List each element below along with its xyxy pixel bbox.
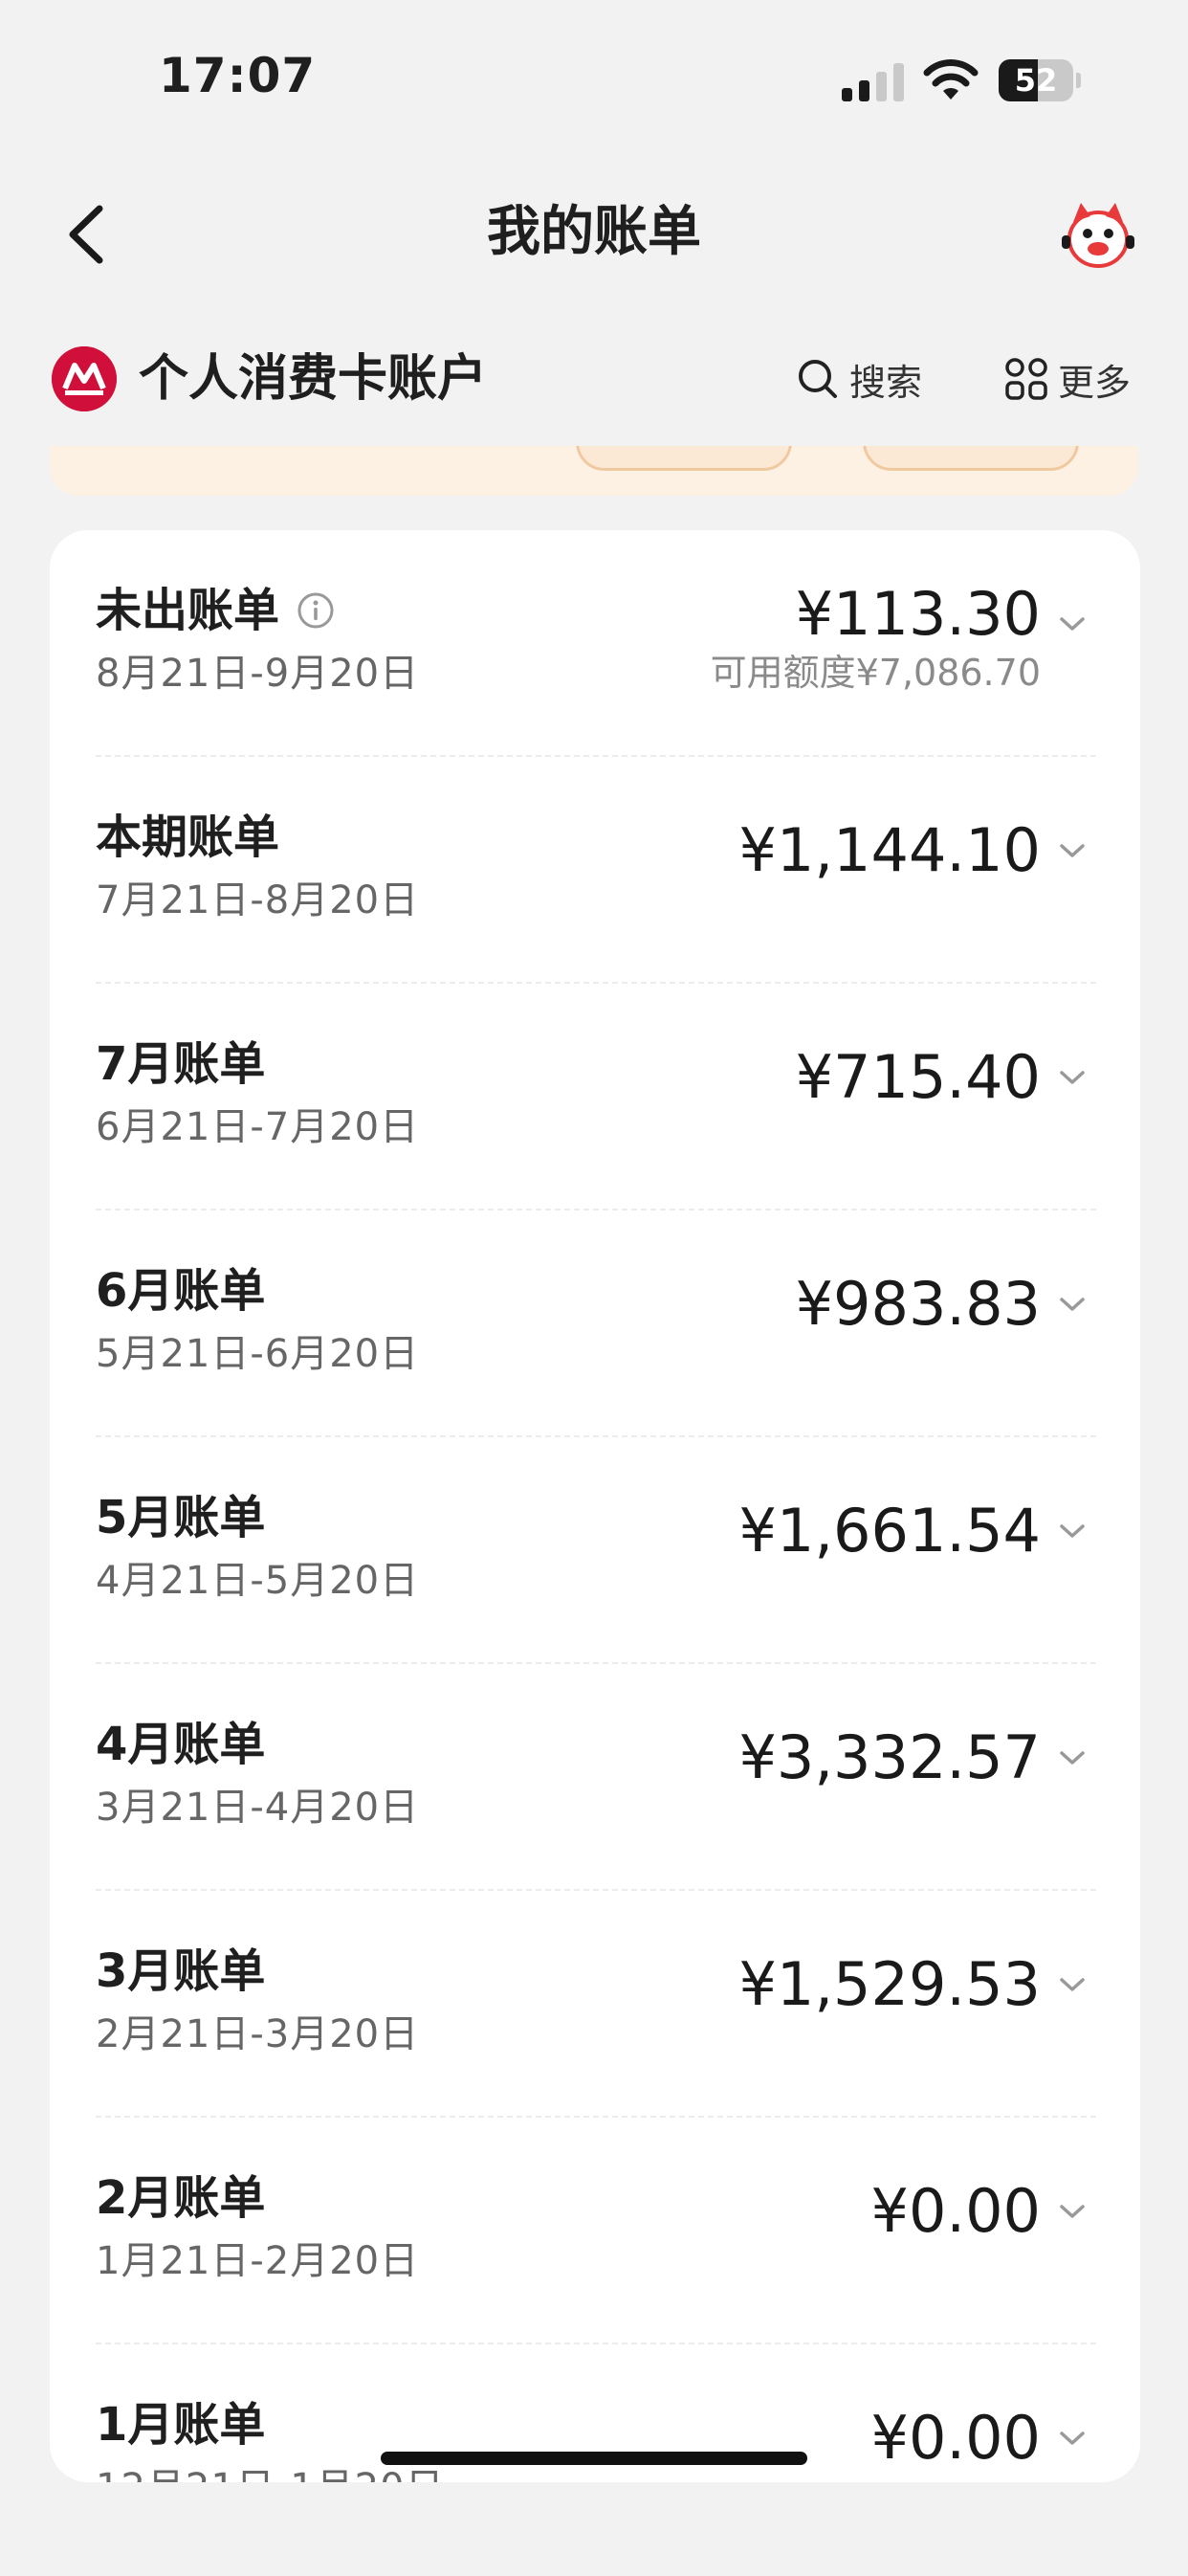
more-label: 更多 [1058,361,1132,404]
bill-title: 7月账单 [96,1037,266,1091]
bill-amount: ¥0.00 [870,2403,1042,2473]
chevron-down-icon[interactable] [1058,1520,1087,1543]
bill-amount: ¥983.83 [795,1269,1041,1339]
chevron-down-icon[interactable] [1058,1066,1087,1089]
bill-row[interactable]: 6月账单 5月21日-6月20日 ¥983.83 [50,1210,1140,1437]
account-header: 个人消费卡账户 搜索 更多 [0,335,1188,421]
bill-list: 未出账单 8月21日-9月20日 ¥113.30 可用额度¥7,086.70 本… [50,530,1140,2482]
chevron-down-icon[interactable] [1058,1973,1087,1996]
chevron-down-icon[interactable] [1058,1293,1087,1316]
bill-row-unbilled[interactable]: 未出账单 8月21日-9月20日 ¥113.30 可用额度¥7,086.70 [50,530,1140,757]
chevron-down-icon[interactable] [1058,2427,1087,2450]
bill-title: 6月账单 [96,1264,266,1318]
bill-title: 未出账单 [96,580,335,641]
bill-row[interactable]: 7月账单 6月21日-7月20日 ¥715.40 [50,984,1140,1210]
more-button[interactable]: 更多 [1004,352,1131,406]
bill-row[interactable]: 本期账单 7月21日-8月20日 ¥1,144.10 [50,757,1140,984]
battery-percent: 52 [1014,62,1058,99]
nav-bar: 我的账单 [0,182,1188,287]
bill-amount: ¥715.40 [795,1042,1041,1112]
bill-title: 5月账单 [96,1491,266,1544]
chevron-down-icon[interactable] [1058,839,1087,862]
status-time: 17:07 [159,48,317,103]
bill-amount: ¥113.30 [795,579,1041,649]
promo-pill-button[interactable] [576,446,792,471]
bill-row[interactable]: 5月账单 4月21日-5月20日 ¥1,661.54 [50,1437,1140,1664]
bill-amount: ¥1,529.53 [738,1949,1041,2019]
bill-title: 4月账单 [96,1718,266,1771]
cellular-signal-icon [842,63,904,101]
bill-row[interactable]: 4月账单 3月21日-4月20日 ¥3,332.57 [50,1664,1140,1891]
bill-period: 5月21日-6月20日 [96,1332,420,1376]
bill-period: 4月21日-5月20日 [96,1559,420,1603]
bill-title: 3月账单 [96,1944,266,1998]
bank-logo-icon [52,346,117,411]
status-bar: 17:07 52 [0,0,1188,144]
home-indicator[interactable] [381,2452,807,2465]
bill-period: 3月21日-4月20日 [96,1786,420,1830]
promo-banner [50,446,1138,496]
search-button[interactable]: 搜索 [796,352,922,406]
wifi-icon [923,59,979,100]
bill-period: 12月21日-1月20日 [96,2463,445,2482]
bill-amount: ¥1,661.54 [738,1496,1041,1566]
bill-title: 本期账单 [96,811,280,864]
bill-row[interactable]: 2月账单 1月21日-2月20日 ¥0.00 [50,2118,1140,2344]
chevron-down-icon[interactable] [1058,1746,1087,1769]
search-icon [799,360,837,398]
info-icon[interactable] [297,591,335,630]
bill-amount: ¥3,332.57 [738,1722,1041,1792]
bill-period: 1月21日-2月20日 [96,2239,420,2283]
chevron-down-icon[interactable] [1058,2200,1087,2223]
bill-row[interactable]: 3月账单 2月21日-3月20日 ¥1,529.53 [50,1891,1140,2118]
bill-title: 2月账单 [96,2171,266,2225]
promo-pill-button[interactable] [863,446,1079,471]
bill-period: 7月21日-8月20日 [96,878,420,922]
bill-amount: ¥1,144.10 [738,815,1041,885]
mascot-avatar-icon[interactable] [1060,197,1136,270]
available-credit: 可用额度¥7,086.70 [710,652,1041,694]
grid-more-icon [1005,358,1047,400]
bill-period: 2月21日-3月20日 [96,2012,420,2056]
bill-amount: ¥0.00 [870,2176,1042,2246]
battery-icon: 52 [999,59,1081,101]
page-title: 我的账单 [487,201,701,263]
account-name[interactable]: 个人消费卡账户 [139,346,487,411]
bill-title-text: 未出账单 [96,584,280,637]
bill-period: 8月21日-9月20日 [96,652,420,696]
search-label: 搜索 [849,361,923,404]
chevron-down-icon[interactable] [1058,612,1087,635]
bill-title: 1月账单 [96,2398,266,2452]
bill-period: 6月21日-7月20日 [96,1105,420,1149]
